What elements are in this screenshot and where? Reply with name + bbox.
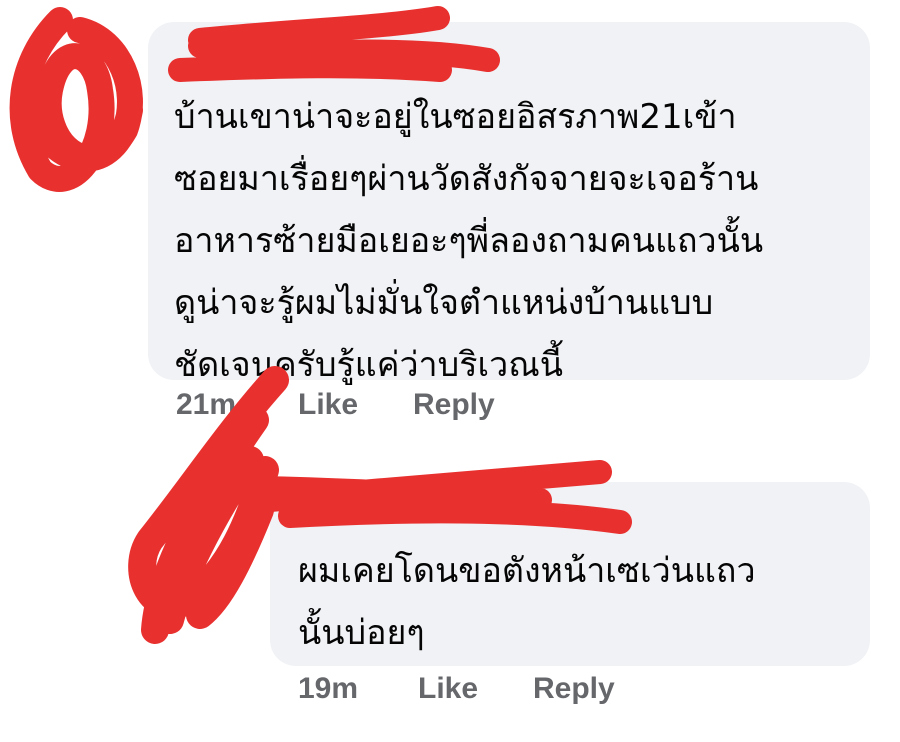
reply-bubble: ผมเคยโดนขอตังหน้าเซเว่นแถว นั้นบ่อยๆ [270,482,870,666]
reply-button[interactable]: Reply [413,388,495,422]
like-button[interactable]: Like [418,672,533,706]
reply-button[interactable]: Reply [533,672,615,706]
like-button[interactable]: Like [298,388,413,422]
comment-actions: 21m Like Reply [176,388,495,422]
comment-timestamp[interactable]: 21m [176,388,298,422]
reply-text: ผมเคยโดนขอตังหน้าเซเว่นแถว นั้นบ่อยๆ [298,551,756,653]
reply-author-name[interactable] [296,510,536,540]
comment-text: บ้านเขาน่าจะอยู่ในซอยอิสรภาพ21เข้า ซอยมา… [174,97,764,385]
comment-bubble: บ้านเขาน่าจะอยู่ในซอยอิสรภาพ21เข้า ซอยมา… [148,22,870,385]
reply-actions: 19m Like Reply [298,672,615,706]
avatar-redaction-1 [9,7,143,192]
comment-author-name[interactable] [174,50,414,80]
comment-thread: บ้านเขาน่าจะอยู่ในซอยอิสรภาพ21เข้า ซอยมา… [0,0,900,742]
reply-timestamp[interactable]: 19m [298,672,418,706]
